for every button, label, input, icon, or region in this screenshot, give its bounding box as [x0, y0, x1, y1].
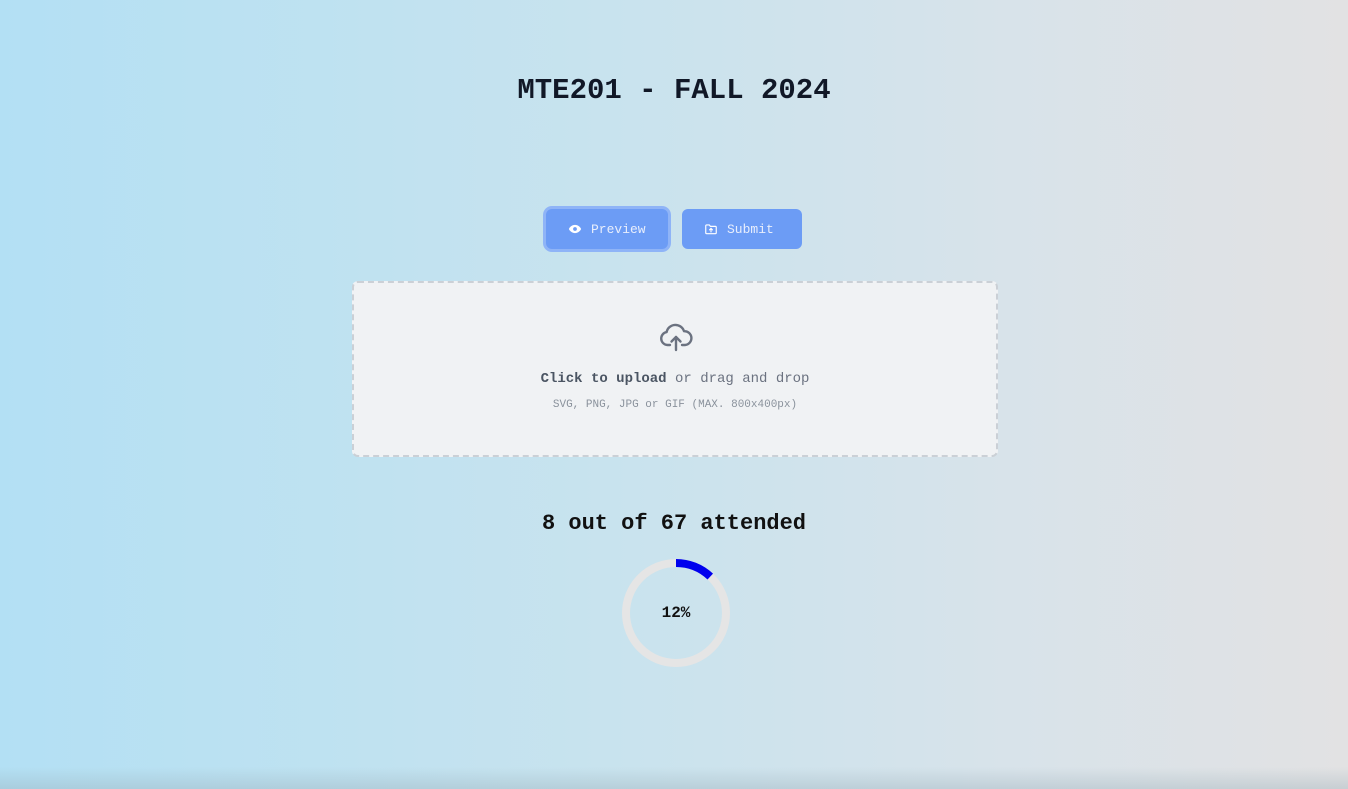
eye-icon — [568, 222, 582, 236]
submit-button[interactable]: Submit — [682, 209, 802, 249]
page-title: MTE201 - FALL 2024 — [517, 74, 831, 107]
preview-button[interactable]: Preview — [546, 209, 668, 249]
action-bar: Preview Submit — [0, 209, 1348, 249]
attendance-summary: 8 out of 67 attended — [541, 511, 807, 536]
upload-format-hint: SVG, PNG, JPG or GIF (MAX. 800x400px) — [552, 399, 798, 411]
upload-click-text[interactable]: Click to upload — [541, 371, 667, 387]
attendance-progress-ring: 12% — [620, 557, 732, 669]
upload-instructions: Click to upload or drag and drop — [354, 371, 996, 387]
preview-button-label: Preview — [591, 221, 646, 237]
folder-upload-icon — [704, 222, 718, 236]
bottom-edge-shadow — [0, 767, 1348, 789]
cloud-upload-icon — [659, 323, 693, 353]
file-dropzone[interactable]: Click to upload or drag and drop SVG, PN… — [352, 281, 998, 457]
submit-button-label: Submit — [727, 221, 774, 237]
upload-drag-text: or drag and drop — [675, 371, 810, 387]
attendance-percent: 12% — [661, 604, 691, 622]
